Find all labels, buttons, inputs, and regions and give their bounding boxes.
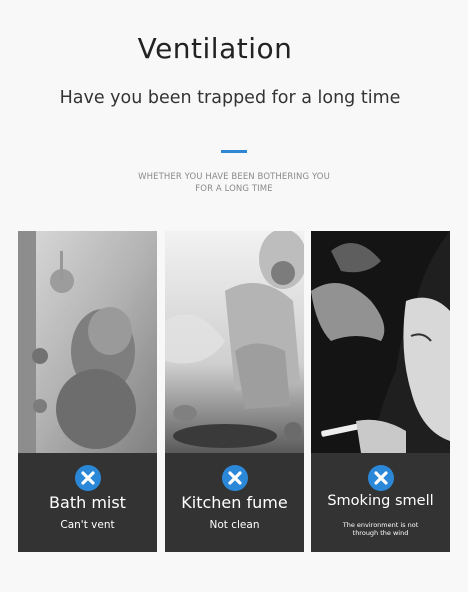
- card-title: Kitchen fume: [181, 493, 288, 512]
- smoking-smell-card: Smoking smell The environment is not thr…: [311, 231, 450, 552]
- tagline-line-1: WHETHER YOU HAVE BEEN BOTHERING YOU: [138, 172, 330, 182]
- kitchen-fume-card: Kitchen fume Not clean: [165, 231, 304, 552]
- bath-mist-card: Bath mist Can't vent: [18, 231, 157, 552]
- close-icon: [74, 465, 101, 491]
- bath-mist-photo: [18, 231, 157, 453]
- tagline: WHETHER YOU HAVE BEEN BOTHERING YOU FOR …: [120, 171, 348, 195]
- close-icon: [367, 465, 394, 491]
- close-icon: [221, 465, 248, 491]
- accent-divider: [221, 150, 247, 153]
- card-caption: Not clean: [209, 519, 260, 531]
- page-title: Ventilation: [137, 32, 293, 65]
- card-title: Bath mist: [49, 493, 126, 512]
- kitchen-fume-photo: [165, 231, 304, 453]
- tagline-line-2: FOR A LONG TIME: [195, 184, 273, 194]
- page-subtitle: Have you been trapped for a long time: [59, 88, 401, 108]
- smoking-smell-photo: [311, 231, 450, 453]
- card-title: Smoking smell: [327, 493, 434, 509]
- card-caption: Can't vent: [60, 519, 115, 531]
- card-caption: The environment is not through the wind: [342, 521, 419, 537]
